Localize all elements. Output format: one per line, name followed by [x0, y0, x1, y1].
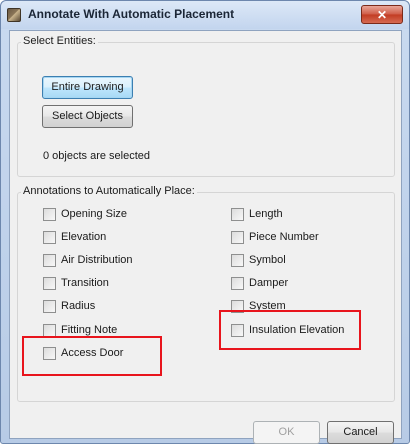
title-bar[interactable]: Annotate With Automatic Placement ✕ — [1, 1, 409, 29]
select-objects-button[interactable]: Select Objects — [42, 105, 133, 128]
checkbox-box[interactable] — [43, 253, 56, 267]
close-button[interactable]: ✕ — [361, 5, 403, 24]
app-icon — [7, 8, 21, 22]
checkbox-label: Elevation — [61, 231, 107, 243]
checkbox-label: Air Distribution — [61, 254, 133, 266]
checkbox-label: Symbol — [249, 254, 286, 266]
checkbox-label: Transition — [61, 277, 109, 289]
checkbox-box[interactable] — [43, 299, 56, 313]
checkbox-label: Piece Number — [249, 231, 319, 243]
checkbox-box[interactable] — [43, 207, 56, 221]
entire-drawing-button[interactable]: Entire Drawing — [42, 76, 133, 99]
checkbox-transition[interactable]: Transition — [43, 275, 109, 291]
checkbox-box[interactable] — [231, 230, 244, 244]
annotations-label: Annotations to Automatically Place: — [21, 185, 197, 197]
checkbox-box[interactable] — [231, 253, 244, 267]
highlight-box-access-door — [22, 336, 162, 376]
selection-status-text: 0 objects are selected — [43, 150, 151, 162]
checkbox-label: Length — [249, 208, 283, 220]
checkbox-label: Opening Size — [61, 208, 128, 220]
checkbox-label: Damper — [249, 277, 289, 289]
select-entities-label: Select Entities: — [21, 35, 98, 47]
checkbox-box[interactable] — [43, 323, 56, 337]
checkbox-elevation[interactable]: Elevation — [43, 229, 106, 245]
checkbox-label: Fitting Note — [61, 324, 118, 336]
checkbox-symbol[interactable]: Symbol — [231, 252, 286, 268]
checkbox-opening-size[interactable]: Opening Size — [43, 206, 127, 222]
cancel-button[interactable]: Cancel — [327, 421, 394, 444]
checkbox-box[interactable] — [43, 276, 56, 290]
dialog-window: Annotate With Automatic Placement ✕ Sele… — [0, 0, 410, 444]
dialog-client-area: Select Entities: Entire Drawing Select O… — [9, 30, 402, 444]
checkbox-radius[interactable]: Radius — [43, 298, 95, 314]
checkbox-label: Radius — [61, 300, 96, 312]
checkbox-piece-number[interactable]: Piece Number — [231, 229, 319, 245]
checkbox-air-distribution[interactable]: Air Distribution — [43, 252, 133, 268]
checkbox-box[interactable] — [231, 207, 244, 221]
checkbox-length[interactable]: Length — [231, 206, 283, 222]
checkbox-damper[interactable]: Damper — [231, 275, 288, 291]
window-title: Annotate With Automatic Placement — [28, 7, 235, 21]
checkbox-box[interactable] — [43, 230, 56, 244]
highlight-box-insulation-elevation — [219, 310, 361, 350]
checkbox-box[interactable] — [231, 276, 244, 290]
ok-button[interactable]: OK — [253, 421, 320, 444]
